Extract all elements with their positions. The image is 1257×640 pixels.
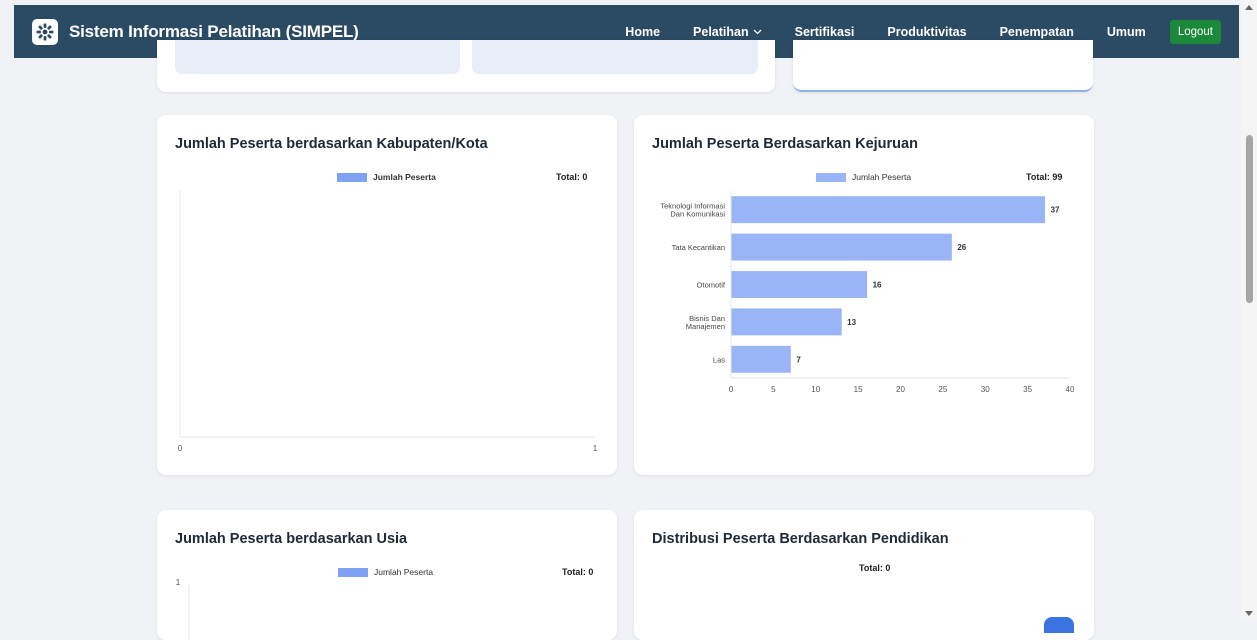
y-tick-label: 1 (176, 578, 181, 587)
bar (731, 345, 791, 373)
y-tick-label: Manajemen (686, 322, 725, 331)
data-label: 16 (873, 281, 882, 290)
logout-button[interactable]: Logout (1169, 19, 1221, 44)
x-tick-label: 0 (178, 444, 183, 453)
pendidikan-chart-element[interactable] (1044, 617, 1074, 633)
nav-penempatan[interactable]: Penempatan (1000, 25, 1074, 39)
nav-sertifikasi[interactable]: Sertifikasi (795, 25, 855, 39)
summary-box-left (175, 40, 460, 74)
bar (731, 233, 952, 261)
chart-kabupaten: 01 (178, 190, 598, 453)
chart-card-usia: Jumlah Peserta berdasarkan Usia Jumlah P… (157, 510, 617, 640)
y-tick-label: Las (713, 355, 725, 364)
page-scrollbar[interactable] (1241, 0, 1257, 620)
y-tick-label: Tata Kecantikan (672, 243, 725, 252)
nav-pelatihan-label: Pelatihan (693, 24, 749, 39)
x-tick-label: 30 (981, 385, 990, 394)
app-title[interactable]: Sistem Informasi Pelatihan (SIMPEL) (69, 22, 359, 42)
x-tick-label: 0 (729, 385, 734, 394)
nav-umum[interactable]: Umum (1107, 25, 1146, 39)
logo-emblem-icon (36, 23, 54, 40)
chart-kejuruan: 37Teknologi InformasiDan Komunikasi26Tat… (660, 191, 1075, 394)
chart-card-kejuruan: Jumlah Peserta Berdasarkan Kejuruan Juml… (634, 115, 1094, 475)
nav-produktivitas[interactable]: Produktivitas (887, 25, 966, 39)
data-label: 7 (796, 355, 801, 364)
x-tick-label: 1 (593, 444, 598, 453)
chart-card-pendidikan: Distribusi Peserta Berdasarkan Pendidika… (634, 510, 1094, 640)
bar (731, 196, 1046, 224)
x-tick-label: 35 (1023, 385, 1032, 394)
data-label: 37 (1051, 206, 1060, 215)
bar (731, 271, 868, 298)
x-tick-label: 40 (1066, 385, 1075, 394)
bar (731, 308, 842, 336)
app-logo[interactable] (32, 18, 58, 45)
nav-home[interactable]: Home (625, 25, 660, 39)
scroll-up-arrow-icon[interactable] (1245, 5, 1253, 10)
summary-card-top-left (157, 40, 775, 92)
scroll-down-arrow-icon[interactable] (1245, 611, 1253, 616)
x-tick-label: 10 (811, 385, 820, 394)
data-label: 13 (847, 318, 856, 327)
y-tick-label: Dan Komunikasi (670, 210, 725, 219)
x-tick-label: 5 (771, 385, 776, 394)
x-tick-label: 25 (938, 385, 947, 394)
x-tick-label: 20 (896, 385, 905, 394)
nav-pelatihan[interactable]: Pelatihan (693, 25, 762, 39)
summary-box-right (472, 40, 758, 74)
data-label: 26 (957, 243, 966, 252)
scroll-thumb[interactable] (1246, 135, 1253, 303)
summary-card-top-right (793, 40, 1093, 92)
x-tick-label: 15 (854, 385, 863, 394)
chart-total-pendidikan: Total: 0 (859, 563, 891, 573)
chart-title-pendidikan: Distribusi Peserta Berdasarkan Pendidika… (652, 531, 949, 547)
y-tick-label: Otomotif (697, 281, 726, 290)
chart-usia: 1 (176, 578, 190, 640)
chart-card-kabupaten: Jumlah Peserta berdasarkan Kabupaten/Kot… (157, 115, 617, 475)
chevron-down-icon (753, 29, 762, 34)
